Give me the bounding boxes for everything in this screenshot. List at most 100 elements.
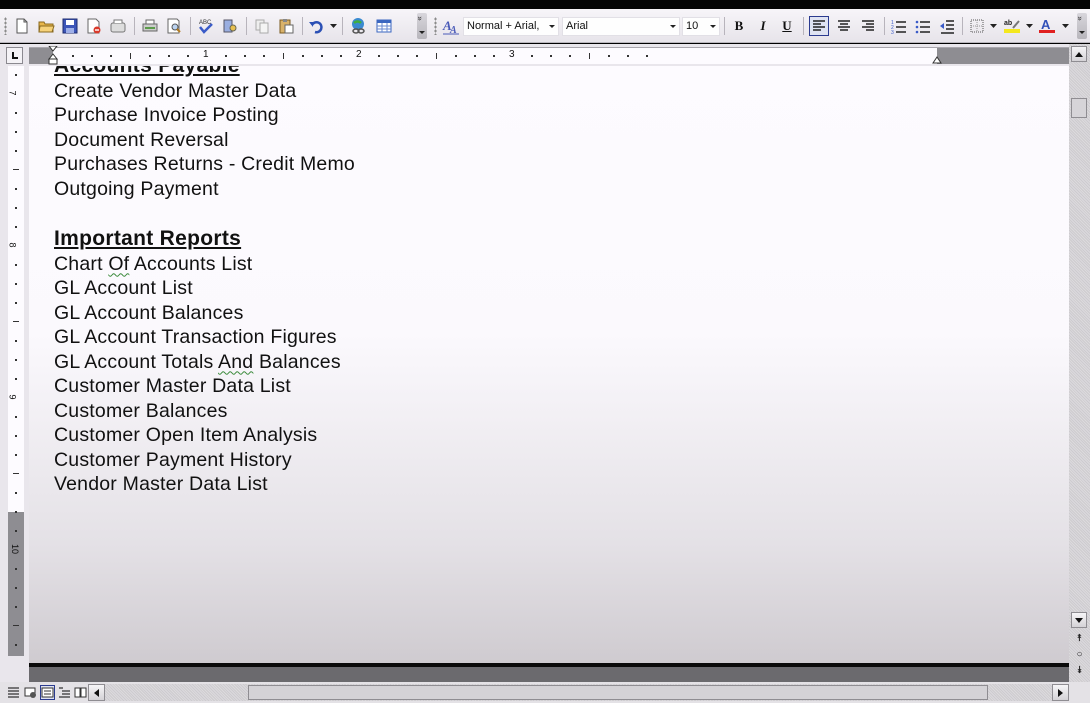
- toolbar-grip[interactable]: [434, 17, 437, 35]
- horizontal-scrollbar[interactable]: [88, 684, 1069, 701]
- vertical-ruler-tick: [13, 321, 19, 322]
- ruler-tick: [435, 53, 437, 59]
- indent-marker-icon[interactable]: [48, 46, 58, 66]
- copy-button[interactable]: [252, 16, 272, 36]
- vertical-ruler[interactable]: 7 8 9 10: [8, 66, 24, 656]
- font-combo[interactable]: Arial: [562, 17, 680, 36]
- toolbar: ABC AA Normal + Arial,: [0, 9, 1090, 43]
- undo-button[interactable]: [306, 16, 326, 36]
- styles-formatting-button[interactable]: AA: [441, 16, 461, 36]
- reading-layout-view-button[interactable]: [73, 685, 88, 700]
- select-browse-object-icon[interactable]: ○: [1073, 648, 1086, 662]
- left-tab-icon: [11, 52, 18, 59]
- print-preview-icon: [167, 18, 181, 34]
- line-text: Accounts List: [129, 252, 253, 275]
- outline-view-button[interactable]: [57, 685, 72, 700]
- highlight-button[interactable]: ab: [1002, 16, 1022, 36]
- ruler-number: 1: [203, 49, 209, 60]
- chevron-down-icon[interactable]: [707, 19, 718, 34]
- web-layout-view-button[interactable]: [23, 685, 38, 700]
- ruler-dot: [148, 55, 151, 57]
- print-layout-view-button[interactable]: [40, 685, 55, 700]
- vertical-ruler-dot: [15, 416, 17, 418]
- vertical-ruler-dot: [15, 359, 17, 361]
- align-right-button[interactable]: [858, 16, 878, 36]
- bottom-bar: [0, 682, 1090, 703]
- line-text: GL Account Balances: [54, 301, 244, 324]
- bullets-button[interactable]: [913, 16, 933, 36]
- align-center-button[interactable]: [834, 16, 854, 36]
- vertical-scrollbar[interactable]: ⯭ ○ ⯯: [1069, 44, 1090, 682]
- arrow-up-icon: [1075, 51, 1083, 57]
- vertical-ruler-dot: [15, 606, 17, 608]
- grammar-flagged-word[interactable]: And: [218, 351, 253, 373]
- open-button[interactable]: [36, 16, 56, 36]
- scroll-left-button[interactable]: [88, 684, 105, 701]
- save-button[interactable]: [60, 16, 80, 36]
- next-page-icon[interactable]: ⯯: [1073, 664, 1086, 678]
- vertical-ruler-dot: [15, 112, 17, 114]
- toolbar-separator: [724, 17, 725, 35]
- word-window: ABC AA Normal + Arial,: [0, 0, 1090, 703]
- font-size-combo[interactable]: 10: [682, 17, 720, 36]
- align-left-button[interactable]: [809, 16, 829, 36]
- research-button[interactable]: [220, 16, 240, 36]
- borders-dropdown-icon[interactable]: [990, 22, 997, 29]
- document-page[interactable]: Accounts Payable Create Vendor Master Da…: [29, 66, 1069, 663]
- print-preview-button[interactable]: [164, 16, 184, 36]
- permission-button[interactable]: [84, 16, 104, 36]
- paste-icon: [279, 19, 294, 34]
- decrease-indent-button[interactable]: [937, 16, 957, 36]
- bold-button[interactable]: B: [729, 16, 749, 36]
- line-text: Customer Open Item Analysis: [54, 424, 318, 446]
- ruler-dot: [454, 55, 457, 57]
- normal-view-button[interactable]: [6, 685, 21, 700]
- tables-borders-button[interactable]: [374, 16, 394, 36]
- scroll-right-button[interactable]: [1052, 684, 1069, 701]
- style-combo[interactable]: Normal + Arial,: [463, 17, 559, 36]
- web-layout-icon: [24, 687, 36, 698]
- borders-button[interactable]: [967, 16, 987, 36]
- vertical-scroll-thumb[interactable]: [1071, 98, 1087, 118]
- tab-selector[interactable]: [6, 47, 23, 64]
- spelling-button[interactable]: ABC: [196, 16, 216, 36]
- chevron-down-icon[interactable]: [546, 19, 557, 34]
- italic-button[interactable]: I: [753, 16, 773, 36]
- numbering-icon: 123: [891, 20, 906, 35]
- ruler-dot: [569, 55, 572, 57]
- ruler-dot: [167, 55, 170, 57]
- font-color-button[interactable]: A: [1037, 16, 1057, 36]
- ruler-dot: [378, 55, 381, 57]
- undo-icon: [309, 20, 323, 34]
- new-document-button[interactable]: [12, 16, 32, 36]
- previous-page-icon[interactable]: ⯭: [1073, 632, 1086, 646]
- scroll-up-button[interactable]: [1071, 46, 1087, 62]
- toolbar-grip[interactable]: [4, 17, 7, 35]
- font-color-dropdown-icon[interactable]: [1062, 22, 1069, 29]
- print-button[interactable]: [140, 16, 160, 36]
- toolbar-options-chevron[interactable]: [1077, 13, 1087, 39]
- document-line: GL Account List: [54, 276, 355, 301]
- email-button[interactable]: [108, 16, 128, 36]
- paste-button[interactable]: [276, 16, 296, 36]
- ruler-dot: [225, 55, 228, 57]
- highlight-dropdown-icon[interactable]: [1026, 22, 1033, 29]
- chevron-down-icon[interactable]: [667, 19, 678, 34]
- right-indent-marker-icon[interactable]: [932, 55, 942, 64]
- horizontal-scroll-thumb[interactable]: [248, 685, 988, 700]
- grammar-flagged-word[interactable]: Of: [108, 253, 129, 275]
- toolbar-separator: [302, 17, 303, 35]
- undo-dropdown-icon[interactable]: [330, 22, 337, 29]
- scroll-down-button[interactable]: [1071, 612, 1087, 628]
- ruler-dot: [645, 55, 648, 57]
- ruler-dot: [531, 55, 534, 57]
- hyperlink-button[interactable]: [348, 16, 368, 36]
- horizontal-ruler[interactable]: 1 2 3: [29, 46, 1069, 66]
- underline-button[interactable]: U: [777, 16, 797, 36]
- document-body[interactable]: Accounts Payable Create Vendor Master Da…: [54, 66, 355, 497]
- line-text: GL Account Totals: [54, 350, 219, 373]
- permission-icon: [87, 18, 101, 34]
- numbering-button[interactable]: 123: [889, 16, 909, 36]
- styles-formatting-icon: AA: [442, 18, 459, 35]
- toolbar-options-chevron[interactable]: [417, 13, 427, 39]
